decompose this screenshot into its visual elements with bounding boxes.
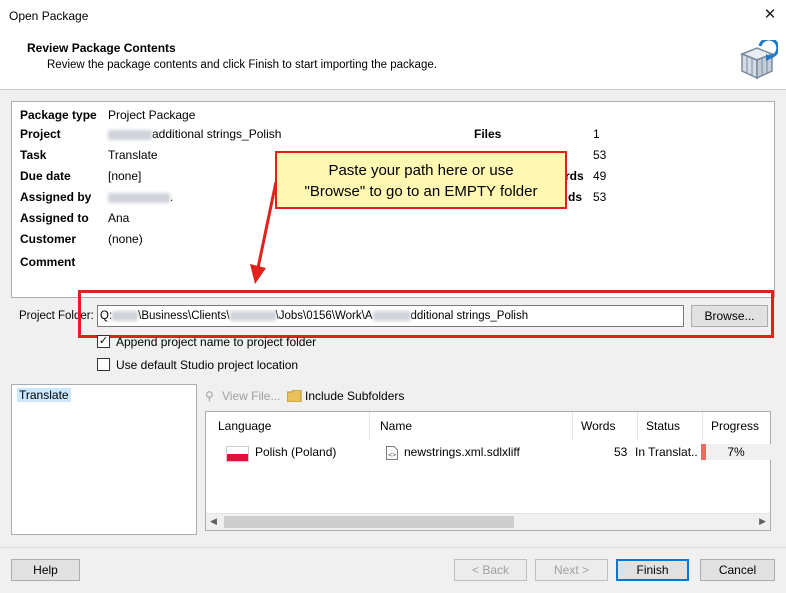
comment-label: Comment (20, 255, 76, 269)
close-icon[interactable]: ✕ (760, 5, 780, 25)
wizard-header: Review Package Contents Review the packa… (0, 32, 786, 90)
sdlxliff-file-icon: <> (386, 446, 398, 460)
package-type-label: Package type (20, 108, 97, 122)
assigned-by-value: . (170, 190, 174, 204)
poland-flag-icon (226, 446, 249, 462)
annotation-callout: Paste your path here or use "Browse" to … (275, 151, 567, 209)
due-date-label: Due date (20, 169, 71, 183)
stat-label-4: ds (568, 190, 583, 204)
next-button[interactable]: Next > (535, 559, 608, 581)
assigned-to-label: Assigned to (20, 211, 89, 225)
scroll-left-icon[interactable]: ◀ (210, 516, 217, 527)
finish-button[interactable]: Finish (616, 559, 689, 581)
cancel-button[interactable]: Cancel (700, 559, 775, 581)
assigned-by-label: Assigned by (20, 190, 92, 204)
customer-label: Customer (20, 232, 77, 246)
table-row[interactable]: Polish (Poland) <> newstrings.xml.sdlxli… (206, 440, 771, 465)
task-value: Translate (108, 148, 158, 162)
svg-text:<>: <> (388, 451, 396, 459)
footer-divider (0, 547, 786, 548)
magnifier-icon: ⚲ (205, 389, 214, 403)
assigned-to-value: Ana (108, 211, 130, 225)
stat-value-4: 53 (593, 190, 607, 204)
scroll-right-icon[interactable]: ▶ (759, 516, 766, 527)
horizontal-scrollbar[interactable]: ◀ ▶ (206, 513, 770, 530)
package-import-icon (739, 40, 778, 80)
column-header-language[interactable]: Language (210, 412, 370, 440)
folder-icon (287, 390, 302, 402)
use-default-location-label: Use default Studio project location (116, 358, 299, 372)
page-title: Review Package Contents (27, 41, 176, 55)
append-name-label: Append project name to project folder (116, 335, 317, 349)
help-button[interactable]: Help (11, 559, 80, 581)
column-header-name[interactable]: Name (372, 412, 573, 440)
files-grid: Language Name Words Status Progress Poli… (205, 411, 771, 531)
project-value-row: additional strings_Polish (108, 127, 281, 141)
window-title: Open Package (9, 9, 89, 23)
page-subtitle: Review the package contents and click Fi… (47, 59, 437, 71)
files-label: Files (474, 127, 502, 141)
assigned-by-row: . (108, 190, 173, 204)
due-date-value: [none] (108, 169, 142, 183)
stat-label-3: rds (565, 169, 584, 183)
column-header-words[interactable]: Words (573, 412, 638, 440)
task-label: Task (20, 148, 47, 162)
append-name-checkbox[interactable]: ✓ (97, 335, 110, 348)
back-button[interactable]: < Back (454, 559, 527, 581)
package-type-value: Project Package (108, 108, 196, 122)
column-header-progress[interactable]: Progress (703, 412, 772, 440)
project-label: Project (20, 127, 61, 141)
row-words: 53 (614, 445, 628, 459)
annotation-highlight-box (78, 290, 774, 338)
column-header-status[interactable]: Status (638, 412, 703, 440)
project-value: additional strings_Polish (152, 127, 282, 141)
view-file-button[interactable]: View File... (222, 389, 280, 403)
task-tree: Translate (11, 384, 197, 535)
callout-line-1: Paste your path here or use (328, 162, 514, 179)
callout-line-2: "Browse" to go to an EMPTY folder (304, 183, 538, 200)
row-progress-bar: 7% (701, 444, 771, 460)
scrollbar-thumb[interactable] (224, 516, 514, 528)
title-bar: Open Package ✕ (0, 0, 786, 32)
row-status: In Translat... (635, 445, 697, 459)
files-value: 1 (593, 127, 600, 141)
stat-value-2: 53 (593, 148, 607, 162)
row-language: Polish (Poland) (255, 445, 337, 459)
include-subfolders-button[interactable]: Include Subfolders (305, 389, 404, 403)
stat-value-3: 49 (593, 169, 607, 183)
row-progress-text: 7% (727, 445, 745, 459)
header-divider (0, 89, 786, 90)
tree-item-translate[interactable]: Translate (17, 388, 71, 402)
use-default-location-checkbox[interactable] (97, 358, 110, 371)
row-file-name: newstrings.xml.sdlxliff (404, 445, 520, 459)
customer-value: (none) (108, 232, 143, 246)
